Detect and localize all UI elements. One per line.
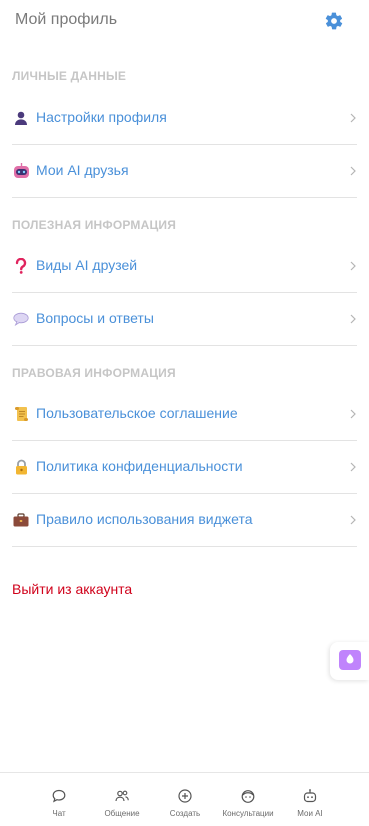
menu-item-label: Виды AI друзей xyxy=(36,257,138,273)
lock-icon xyxy=(12,458,30,476)
page-title: Мой профиль xyxy=(15,11,118,28)
chevron-right-icon xyxy=(350,314,356,324)
user-silhouette-icon xyxy=(12,109,30,127)
section-title-personal: ЛИЧНЫЕ ДАННЫЕ xyxy=(12,69,127,83)
menu-item-label: Мои AI друзья xyxy=(36,162,129,178)
menu-item-label: Политика конфиденциальности xyxy=(36,458,243,474)
bottom-tab-bar: Чат Общение Создать Консультации Мои AI xyxy=(0,772,369,826)
plus-circle-icon xyxy=(178,789,192,803)
menu-item-label: Пользовательское соглашение xyxy=(36,405,238,421)
divider xyxy=(12,345,357,346)
header: Мой профиль xyxy=(0,0,369,44)
menu-item-label: Вопросы и ответы xyxy=(36,310,154,326)
face-icon xyxy=(241,790,255,803)
menu-item-profile-settings[interactable]: Настройки профиля xyxy=(12,92,357,145)
speech-bubble-icon xyxy=(12,310,30,328)
divider xyxy=(12,546,357,547)
gear-icon[interactable] xyxy=(324,11,344,31)
robot-icon xyxy=(303,789,317,803)
tab-my-ai[interactable]: Мои AI xyxy=(273,773,347,826)
question-mark-icon xyxy=(12,257,30,275)
chevron-right-icon xyxy=(350,462,356,472)
chat-widget-icon xyxy=(339,650,361,670)
tab-label: Мои AI xyxy=(297,809,323,818)
menu-item-ai-friend-types[interactable]: Виды AI друзей xyxy=(12,240,357,293)
divider xyxy=(12,197,357,198)
chevron-right-icon xyxy=(350,515,356,525)
chevron-right-icon xyxy=(350,113,356,123)
briefcase-icon xyxy=(12,511,30,529)
menu-item-privacy-policy[interactable]: Политика конфиденциальности xyxy=(12,441,357,494)
menu-item-faq[interactable]: Вопросы и ответы xyxy=(12,293,357,346)
logout-button[interactable]: Выйти из аккаунта xyxy=(12,581,132,597)
menu-item-my-ai-friends[interactable]: Мои AI друзья xyxy=(12,145,357,198)
section-title-legal: ПРАВОВАЯ ИНФОРМАЦИЯ xyxy=(12,366,176,380)
people-icon xyxy=(115,790,129,802)
chevron-right-icon xyxy=(350,166,356,176)
menu-item-label: Правило использования виджета xyxy=(36,511,253,527)
chat-widget-button[interactable] xyxy=(330,642,369,680)
robot-face-icon xyxy=(12,162,30,180)
menu-item-label: Настройки профиля xyxy=(36,109,167,125)
chevron-right-icon xyxy=(350,409,356,419)
scroll-icon xyxy=(12,405,30,423)
menu-item-widget-rules[interactable]: Правило использования виджета xyxy=(12,494,357,547)
menu-item-user-agreement[interactable]: Пользовательское соглашение xyxy=(12,388,357,441)
chevron-right-icon xyxy=(350,261,356,271)
chat-bubble-icon xyxy=(52,789,66,803)
section-title-useful: ПОЛЕЗНАЯ ИНФОРМАЦИЯ xyxy=(12,218,177,232)
